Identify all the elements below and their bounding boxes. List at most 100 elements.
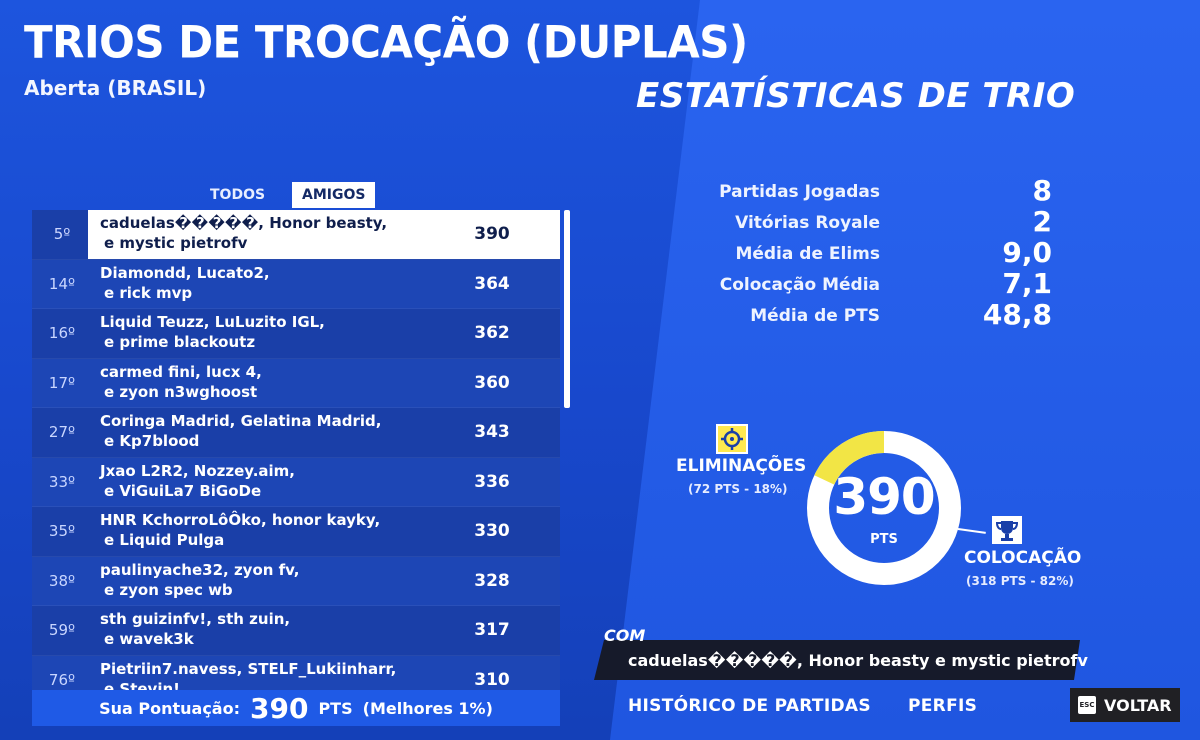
tab-amigos[interactable]: AMIGOS [292, 182, 376, 208]
table-row[interactable]: 59º sth guizinfv!, sth zuin, e wavek3k 3… [32, 606, 560, 656]
team-line-2: e zyon spec wb [104, 580, 233, 599]
stat-label: Partidas Jogadas [719, 182, 880, 202]
stat-label: Média de Elims [735, 244, 880, 264]
score: 364 [474, 273, 510, 294]
stats-title: ESTATÍSTICAS DE TRIO [636, 76, 1076, 116]
team-names: sth guizinfv!, sth zuin, e wavek3k [100, 609, 430, 649]
team-names: Pietriin7.navess, STELF_Lukiinharr, e St… [100, 659, 430, 691]
team-line-2: e Kp7blood [104, 432, 200, 450]
team-names: Jxao L2R2, Nozzey.aim, e ViGuiLa7 BiGoDe [100, 461, 430, 501]
team-line-1: paulinyache32, zyon fv, [100, 560, 300, 579]
stat-label: Vitórias Royale [735, 213, 880, 233]
team-line-1: Diamondd, Lucato2, [100, 263, 270, 282]
stat-victories: Vitórias Royale 2 [690, 205, 1070, 239]
team-line-1: Pietriin7.navess, STELF_Lukiinharr, [100, 659, 397, 678]
team-names: Diamondd, Lucato2, e rick mvp [100, 263, 430, 303]
table-row[interactable]: 33º Jxao L2R2, Nozzey.aim, e ViGuiLa7 Bi… [32, 457, 560, 507]
page-subtitle: Aberta (BRASIL) [24, 76, 207, 100]
table-row[interactable]: 14º Diamondd, Lucato2, e rick mvp 364 [32, 259, 560, 309]
table-row[interactable]: 17º carmed fini, lucx 4, e zyon n3wghoos… [32, 358, 560, 408]
rank: 14º [48, 274, 76, 293]
team-line-1: caduelas�����, Honor beasty, [100, 214, 388, 232]
stat-avg-placement: Colocação Média 7,1 [690, 267, 1070, 301]
profiles-button[interactable]: PERFIS [908, 696, 977, 716]
placement-sub: (318 PTS - 82%) [966, 574, 1074, 588]
leaderboard: 5º caduelas�����, Honor beasty, e mystic… [32, 210, 560, 690]
teammates-tag: COM [604, 626, 646, 645]
score-footer-value: 390 [250, 691, 309, 725]
crosshair-icon [716, 424, 748, 454]
team-line-1: HNR KchorroLôÔko, honor kayky, [100, 511, 381, 529]
team-line-2: e Stevin! [104, 679, 180, 691]
stat-matches-played: Partidas Jogadas 8 [690, 174, 1070, 208]
donut-center: 390 PTS [804, 428, 964, 588]
rank: 35º [48, 522, 76, 541]
score: 360 [474, 372, 510, 393]
stat-value: 2 [1032, 205, 1052, 238]
stat-value: 9,0 [1002, 236, 1052, 269]
score: 362 [474, 323, 510, 344]
stat-avg-elims: Média de Elims 9,0 [690, 236, 1070, 270]
team-line-2: e mystic pietrofv [104, 234, 248, 252]
elims-label: ELIMINAÇÕES [676, 456, 807, 476]
table-row[interactable]: 38º paulinyache32, zyon fv, e zyon spec … [32, 556, 560, 606]
table-row[interactable]: 76º Pietriin7.navess, STELF_Lukiinharr, … [32, 655, 560, 691]
team-line-1: sth guizinfv!, sth zuin, [100, 610, 291, 628]
rank: 16º [48, 324, 76, 343]
donut-total-label: PTS [870, 532, 898, 547]
match-history-button[interactable]: HISTÓRICO DE PARTIDAS [628, 696, 871, 716]
score-footer: Sua Pontuação: 390 PTS (Melhores 1%) [32, 690, 560, 726]
team-line-2: e prime blackoutz [104, 333, 256, 351]
table-row[interactable]: 16º Liquid Teuzz, LuLuzito IGL, e prime … [32, 309, 560, 359]
stat-avg-pts: Média de PTS 48,8 [690, 298, 1070, 332]
team-line-2: e wavek3k [104, 630, 194, 648]
rank: 38º [48, 571, 76, 590]
leaderboard-scrollbar[interactable] [564, 210, 570, 408]
stat-value: 48,8 [982, 298, 1052, 331]
score: 336 [474, 471, 510, 492]
score-footer-unit: PTS [318, 698, 353, 718]
page-title: TRIOS DE TROCAÇÃO (DUPLAS) [24, 16, 748, 69]
team-line-2: e zyon n3wghoost [104, 382, 258, 401]
team-line-1: Jxao L2R2, Nozzey.aim, [100, 461, 295, 480]
team-names: Coringa Madrid, Gelatina Madrid, e Kp7bl… [100, 411, 430, 451]
score-footer-label: Sua Pontuação: [99, 698, 240, 718]
table-row[interactable]: 27º Coringa Madrid, Gelatina Madrid, e K… [32, 408, 560, 458]
team-line-1: Liquid Teuzz, LuLuzito IGL, [100, 313, 325, 331]
rank: 59º [48, 621, 76, 640]
stat-label: Média de PTS [750, 306, 880, 326]
rank: 33º [48, 472, 76, 491]
team-line-1: Coringa Madrid, Gelatina Madrid, [100, 412, 382, 430]
stat-label: Colocação Média [719, 275, 880, 295]
esc-key-icon: ESC [1078, 696, 1096, 714]
team-names: Liquid Teuzz, LuLuzito IGL, e prime blac… [100, 312, 430, 352]
back-button[interactable]: ESC VOLTAR [1070, 688, 1180, 722]
back-label: VOLTAR [1104, 695, 1172, 715]
trophy-icon [992, 516, 1022, 544]
team-line-1: carmed fini, lucx 4, [100, 362, 262, 381]
score: 317 [474, 620, 510, 641]
team-names: carmed fini, lucx 4, e zyon n3wghoost [100, 362, 430, 402]
elims-sub: (72 PTS - 18%) [688, 482, 788, 496]
table-row[interactable]: 5º caduelas�����, Honor beasty, e mystic… [32, 210, 560, 260]
teammates-text: caduelas�����, Honor beasty e mystic pie… [628, 651, 1088, 670]
score: 343 [474, 422, 510, 443]
rank: 17º [48, 373, 76, 392]
team-names: paulinyache32, zyon fv, e zyon spec wb [100, 560, 430, 600]
score-footer-percentile: (Melhores 1%) [362, 698, 493, 718]
score: 328 [474, 570, 510, 591]
stat-value: 7,1 [1002, 267, 1052, 300]
rank: 5º [53, 225, 71, 244]
tab-todos[interactable]: TODOS [200, 182, 275, 208]
team-line-2: e ViGuiLa7 BiGoDe [104, 481, 262, 500]
rank: 76º [48, 670, 76, 689]
rank: 27º [48, 423, 76, 442]
team-line-2: e rick mvp [104, 283, 193, 302]
team-names: HNR KchorroLôÔko, honor kayky, e Liquid … [100, 510, 430, 550]
donut-total: 390 [833, 468, 935, 526]
table-row[interactable]: 35º HNR KchorroLôÔko, honor kayky, e Liq… [32, 507, 560, 557]
placement-label: COLOCAÇÃO [964, 548, 1082, 568]
stat-value: 8 [1032, 174, 1052, 207]
score: 390 [474, 224, 510, 245]
team-names: caduelas�����, Honor beasty, e mystic pi… [100, 213, 430, 253]
